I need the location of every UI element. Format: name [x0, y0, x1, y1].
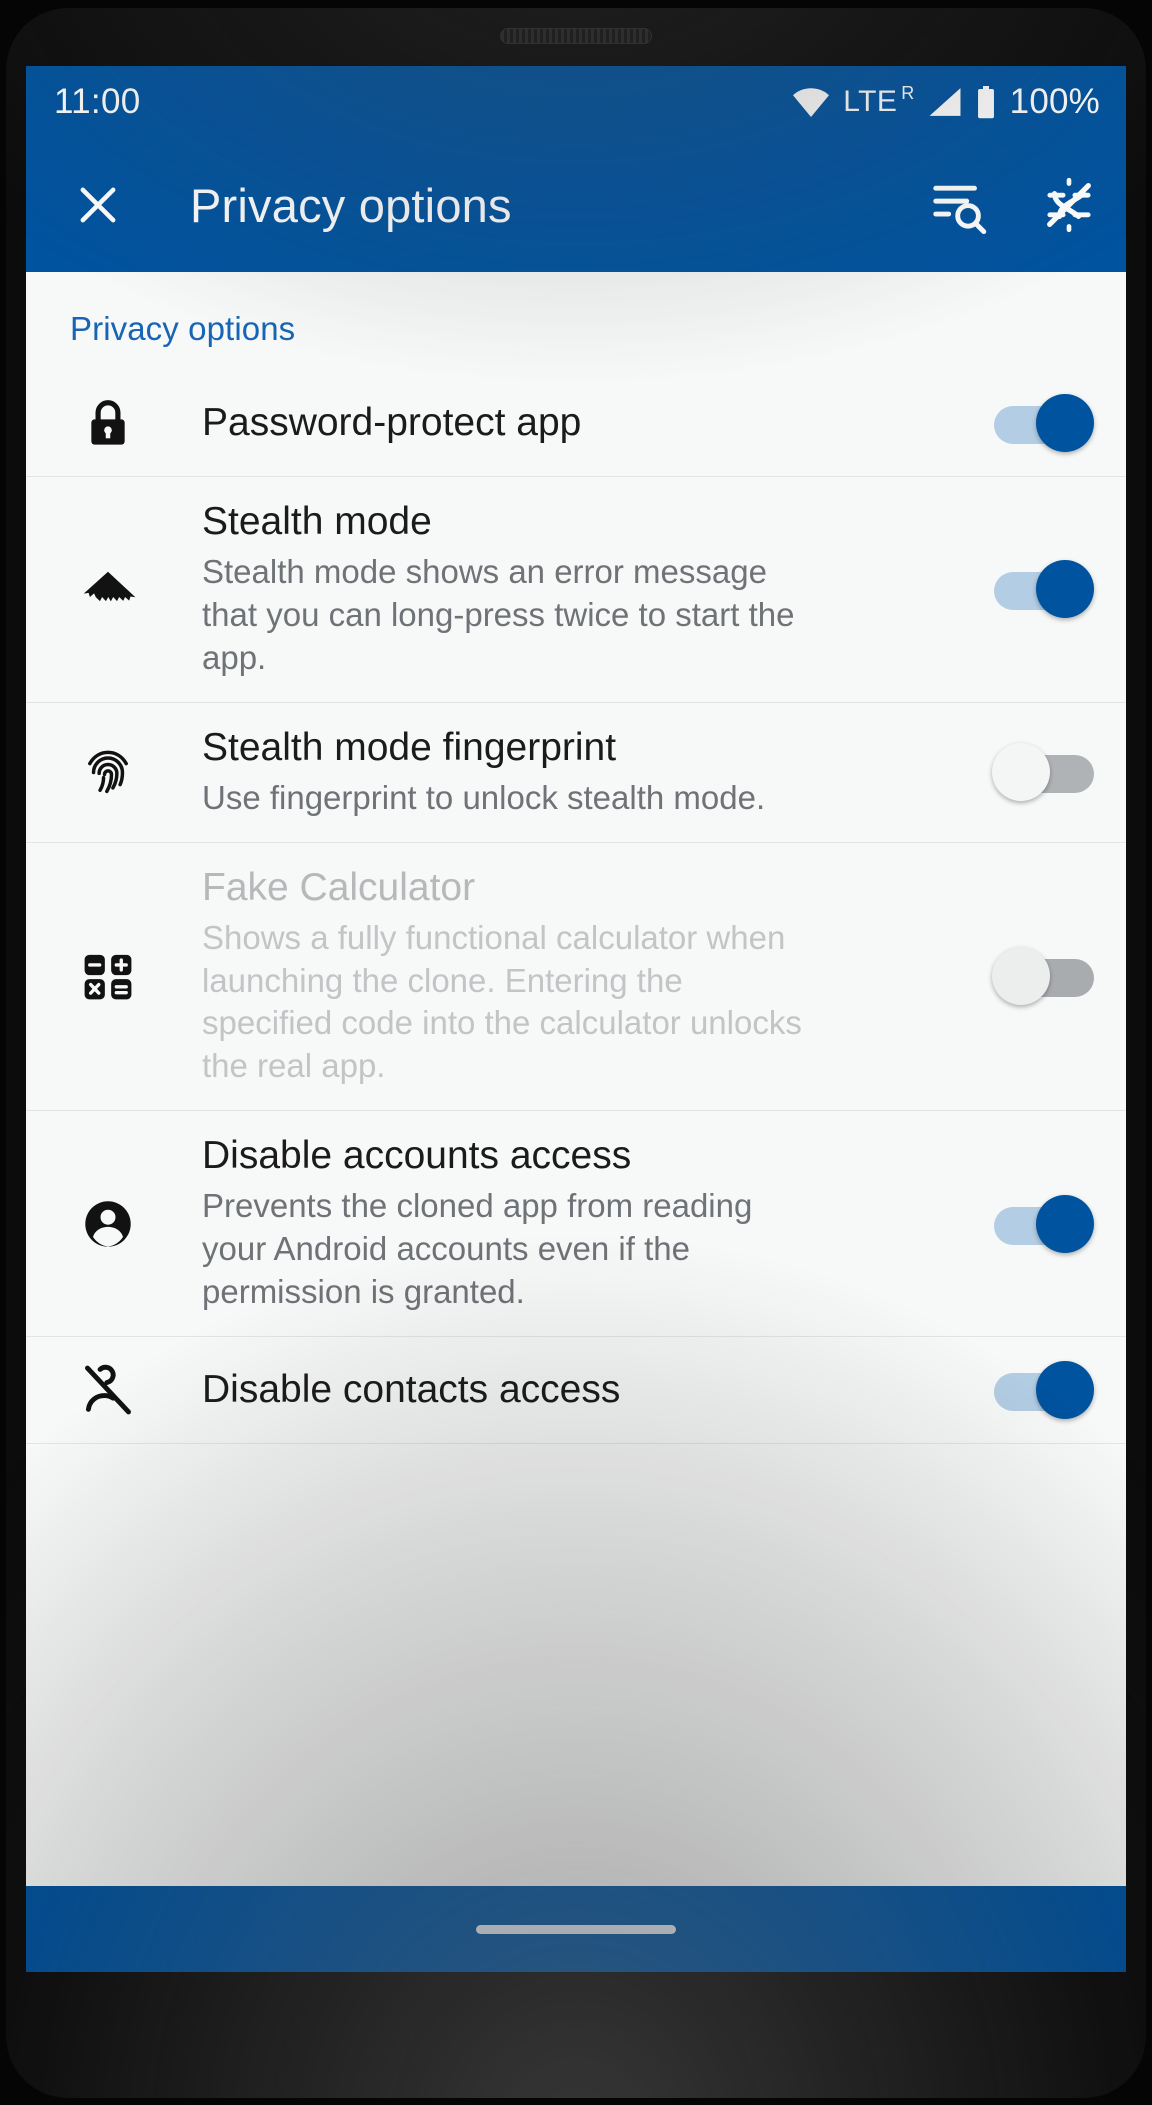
settings-list: Privacy options Password-protect app Ste…	[26, 272, 1126, 1444]
section-header: Privacy options	[70, 310, 296, 347]
filter-search-icon[interactable]	[928, 174, 990, 236]
account-icon	[70, 1195, 146, 1253]
list-item-title: Disable contacts access	[202, 1367, 621, 1411]
list-item-title: Stealth mode	[202, 500, 432, 543]
list-item[interactable]: Stealth mode fingerprint Use fingerprint…	[26, 702, 1126, 843]
lock-icon	[70, 396, 146, 450]
wifi-icon	[792, 87, 830, 117]
network-type-label: LTE R	[843, 83, 915, 119]
switch-thumb	[992, 947, 1050, 1006]
switch-thumb	[1036, 394, 1094, 452]
signal-icon	[928, 87, 962, 117]
earpiece-speaker	[500, 28, 652, 44]
list-item: Fake Calculator Shows a fully functional…	[26, 842, 1126, 1112]
switch-thumb	[1036, 560, 1094, 619]
battery-icon	[975, 85, 997, 119]
phone-frame: 11:00 LTE R 100% Privacy options Privacy…	[0, 0, 1152, 2105]
close-icon[interactable]	[72, 179, 124, 231]
calculator-icon	[70, 949, 146, 1003]
list-item-text: Disable accounts access Prevents the clo…	[146, 1133, 992, 1314]
navigation-bar	[26, 1886, 1126, 1972]
network-type-text: LTE	[843, 85, 898, 118]
switch-thumb	[992, 743, 1050, 802]
list-item-title: Disable accounts access	[202, 1134, 632, 1178]
status-bar: 11:00 LTE R 100%	[26, 66, 1126, 138]
list-item-text: Fake Calculator Shows a fully functional…	[146, 865, 992, 1089]
list-item[interactable]: Stealth mode Stealth mode shows an error…	[26, 477, 1126, 703]
list-item[interactable]: Password-protect app	[26, 370, 1126, 477]
switch-thumb	[1036, 1194, 1094, 1253]
home-gesture-handle[interactable]	[476, 1924, 676, 1934]
stealth-plane-icon	[70, 568, 146, 610]
list-item[interactable]: Disable accounts access Prevents the clo…	[26, 1111, 1126, 1337]
list-item-title: Password-protect app	[202, 400, 582, 444]
list-item-text: Disable contacts access	[146, 1367, 992, 1413]
fingerprint-icon	[70, 744, 146, 800]
toggle-switch[interactable]	[992, 741, 1096, 803]
list-item-subtitle: Prevents the cloned app from reading you…	[202, 1187, 753, 1310]
list-item-text: Stealth mode fingerprint Use fingerprint…	[146, 725, 992, 820]
toggle-switch[interactable]	[992, 1193, 1096, 1255]
list-item[interactable]: Disable contacts access	[26, 1336, 1126, 1444]
toggle-switch	[992, 945, 1096, 1007]
contacts-off-icon	[70, 1362, 146, 1418]
list-item-title: Fake Calculator	[202, 865, 476, 909]
toggle-switch[interactable]	[992, 1359, 1096, 1421]
list-item-title: Stealth mode fingerprint	[202, 725, 617, 769]
list-item-subtitle: Stealth mode shows an error message that…	[202, 553, 795, 676]
app-bar: Privacy options	[26, 138, 1126, 272]
phone-screen: 11:00 LTE R 100% Privacy options Privacy…	[26, 66, 1126, 1972]
status-icons: LTE R 100%	[792, 82, 1100, 122]
list-item-text: Password-protect app	[146, 400, 992, 446]
list-item-subtitle: Use fingerprint to unlock stealth mode.	[202, 778, 766, 816]
page-title: Privacy options	[190, 178, 512, 232]
switch-thumb	[1036, 1360, 1094, 1419]
toggle-switch[interactable]	[992, 392, 1096, 454]
roaming-indicator: R	[901, 83, 915, 103]
list-item-text: Stealth mode Stealth mode shows an error…	[146, 499, 992, 680]
toggle-switch[interactable]	[992, 558, 1096, 620]
dna-icon[interactable]	[1038, 174, 1100, 236]
battery-percent-label: 100%	[1009, 82, 1100, 121]
list-item-subtitle: Shows a fully functional calculator when…	[202, 918, 802, 1085]
status-clock: 11:00	[54, 82, 141, 121]
